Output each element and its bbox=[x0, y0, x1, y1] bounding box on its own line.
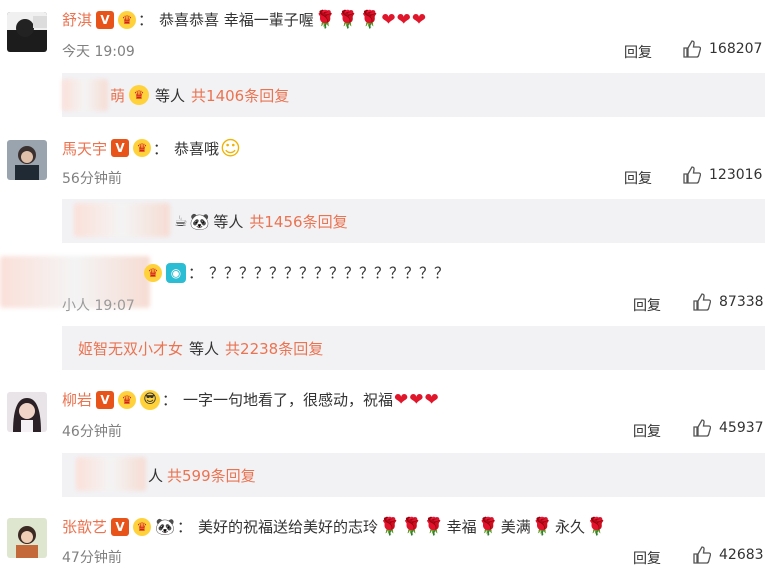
separator: ： bbox=[162, 391, 178, 409]
mug-icon: ☕ bbox=[174, 212, 188, 230]
reply-suffix: 等人 bbox=[189, 339, 220, 358]
rose-icon: 🌹 bbox=[477, 516, 499, 537]
reply-button[interactable]: 回复 bbox=[624, 168, 652, 188]
reply-suffix: 等人 bbox=[213, 212, 244, 231]
rose-icon: 🌹 bbox=[359, 9, 381, 30]
comment-text-part: 美满 bbox=[500, 518, 531, 536]
heart-icon: ❤ bbox=[396, 9, 411, 30]
like-count: 123016 bbox=[709, 167, 763, 183]
reply-button[interactable]: 回复 bbox=[633, 548, 661, 568]
thumbs-up-icon bbox=[693, 293, 711, 311]
separator: ： bbox=[188, 264, 204, 282]
rose-icon: 🌹 bbox=[401, 516, 423, 537]
reply-suffix: 等人 bbox=[155, 86, 186, 105]
username[interactable]: 舒淇 bbox=[62, 9, 92, 30]
reply-suffix: 人 bbox=[148, 466, 164, 485]
reply-count-link[interactable]: 共2238条回复 bbox=[225, 338, 323, 359]
like-count: 87338 bbox=[719, 294, 764, 310]
username[interactable]: 柳岩 bbox=[62, 389, 92, 410]
avatar[interactable] bbox=[7, 518, 47, 558]
thumbs-up-icon bbox=[693, 546, 711, 564]
comment-time: 今天 19:09 bbox=[62, 44, 135, 60]
comment-time: 56分钟前 bbox=[62, 171, 122, 187]
like-button[interactable]: 42683 bbox=[693, 546, 764, 564]
smile-emoji-icon: ☺ bbox=[220, 136, 241, 160]
heart-icon: ❤ bbox=[409, 389, 424, 410]
heart-icon: ❤ bbox=[381, 9, 396, 30]
separator: ： bbox=[138, 11, 154, 29]
comment-text-part: 美好的祝福送给美好的志玲 bbox=[198, 518, 379, 536]
thumbs-up-icon bbox=[683, 40, 701, 58]
verified-badge-icon: V bbox=[96, 10, 115, 29]
reply-count-link[interactable]: 共1406条回复 bbox=[191, 85, 289, 106]
username[interactable]: 馬天宇 bbox=[62, 138, 107, 159]
rose-icon: 🌹 bbox=[314, 9, 336, 30]
reply-button[interactable]: 回复 bbox=[624, 42, 652, 62]
comment-time: 46分钟前 bbox=[62, 424, 122, 440]
crown-badge-icon: ♛ bbox=[129, 85, 150, 105]
like-count: 45937 bbox=[719, 420, 764, 436]
heart-icon: ❤ bbox=[424, 389, 439, 410]
panda-icon: 🐼 bbox=[155, 517, 175, 536]
rose-icon: 🌹 bbox=[336, 9, 359, 30]
rose-icon: 🌹 bbox=[531, 516, 553, 537]
crown-badge-icon: ♛ bbox=[118, 10, 137, 29]
verified-badge-icon: V bbox=[96, 390, 115, 409]
avatar[interactable] bbox=[7, 392, 47, 432]
verified-badge-icon: V bbox=[111, 139, 130, 157]
reply-summary[interactable]: 萌 ♛ 等人 共1406条回复 bbox=[62, 73, 765, 117]
sunglasses-emoji-icon: 😎 bbox=[140, 389, 161, 410]
like-button[interactable]: 45937 bbox=[693, 419, 764, 437]
comment-text: 恭喜哦 bbox=[174, 139, 220, 158]
thumbs-up-icon bbox=[683, 166, 701, 184]
blurred-names bbox=[74, 203, 170, 237]
crown-badge-icon: ♛ bbox=[144, 263, 162, 282]
panda-icon: 🐼 bbox=[189, 211, 210, 231]
comment-text-part: 幸福 bbox=[446, 518, 477, 536]
reply-count-link[interactable]: 共599条回复 bbox=[167, 465, 256, 486]
username[interactable]: 张歆艺 bbox=[62, 516, 107, 537]
rose-icon: 🌹 bbox=[585, 516, 608, 537]
verified-badge-icon: V bbox=[111, 517, 130, 536]
avatar[interactable] bbox=[7, 140, 47, 180]
rose-icon: 🌹 bbox=[423, 516, 445, 537]
reply-user[interactable]: 姬智无双小才女 bbox=[78, 338, 183, 359]
separator: ： bbox=[177, 518, 193, 536]
thumbs-up-icon bbox=[693, 419, 711, 437]
crown-badge-icon: ♛ bbox=[133, 517, 152, 536]
reply-summary[interactable]: 人 共599条回复 bbox=[62, 453, 765, 497]
blurred-avatar bbox=[62, 79, 108, 111]
like-button[interactable]: 168207 bbox=[683, 40, 762, 58]
comment-text: ？？？？？？？？？？？？？？？？ bbox=[209, 264, 450, 282]
comment-text: 恭喜恭喜 幸福一輩子喔 bbox=[159, 11, 314, 29]
heart-icon: ❤ bbox=[394, 389, 409, 410]
crown-badge-icon: ♛ bbox=[118, 390, 137, 409]
comment-text: 一字一句地看了，很感动，祝福 bbox=[183, 391, 394, 409]
comment-time: 47分钟前 bbox=[62, 550, 122, 566]
like-count: 42683 bbox=[719, 547, 764, 563]
like-button[interactable]: 123016 bbox=[683, 166, 762, 184]
camera-badge-icon: ◉ bbox=[166, 262, 186, 283]
avatar[interactable] bbox=[7, 12, 47, 52]
comment-time: 小人 19:07 bbox=[62, 298, 135, 314]
like-button[interactable]: 87338 bbox=[693, 293, 764, 311]
reply-button[interactable]: 回复 bbox=[633, 421, 661, 441]
crown-badge-icon: ♛ bbox=[133, 139, 152, 157]
blurred-names bbox=[76, 457, 146, 491]
reply-summary[interactable]: ☕ 🐼 等人 共1456条回复 bbox=[62, 199, 765, 243]
reply-button[interactable]: 回复 bbox=[633, 295, 661, 315]
heart-icon: ❤ bbox=[411, 9, 427, 30]
like-count: 168207 bbox=[709, 41, 763, 57]
reply-summary[interactable]: 姬智无双小才女 等人 共2238条回复 bbox=[62, 326, 765, 370]
reply-count-link[interactable]: 共1456条回复 bbox=[249, 211, 347, 232]
separator: ： bbox=[153, 139, 169, 158]
comment-text-part: 永久 bbox=[554, 518, 585, 536]
reply-user-fragment[interactable]: 萌 bbox=[110, 85, 125, 106]
rose-icon: 🌹 bbox=[379, 516, 401, 537]
